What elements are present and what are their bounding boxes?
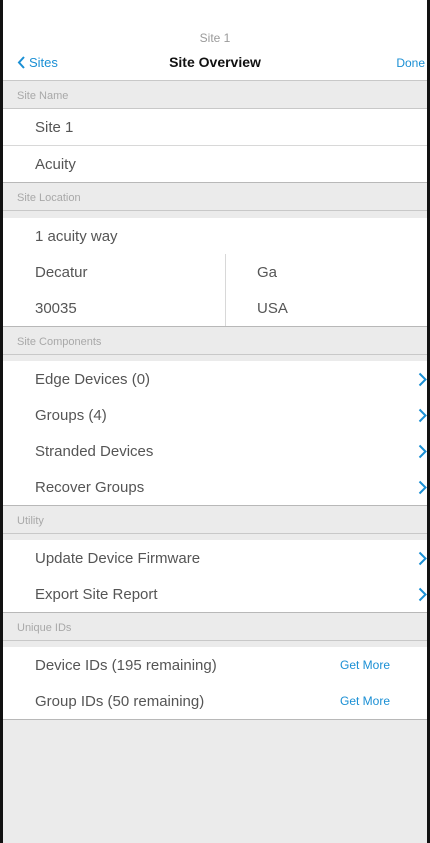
- section-header-label: Unique IDs: [17, 622, 72, 634]
- city-field[interactable]: Decatur: [35, 264, 88, 281]
- site-organization-field[interactable]: Acuity: [3, 146, 427, 183]
- list-item-recover-groups[interactable]: Recover Groups: [3, 469, 427, 506]
- list-item-label: Export Site Report: [35, 586, 158, 603]
- list-item-update-firmware[interactable]: Update Device Firmware: [3, 540, 427, 577]
- section-header-site-components: Site Components: [3, 327, 427, 355]
- section-header-site-location: Site Location: [3, 183, 427, 211]
- device-ids-row: Device IDs (195 remaining) Get More: [3, 647, 427, 684]
- chevron-right-icon: [418, 551, 427, 566]
- column-divider: [225, 254, 226, 290]
- zip-country-row: 30035 USA: [3, 290, 427, 327]
- state-field[interactable]: Ga: [257, 264, 277, 281]
- city-state-row: Decatur Ga: [3, 254, 427, 291]
- list-item-label: Recover Groups: [35, 479, 145, 496]
- list-item-groups[interactable]: Groups (4): [3, 397, 427, 434]
- country-field[interactable]: USA: [257, 300, 288, 317]
- zip-field[interactable]: 30035: [35, 300, 77, 317]
- site-name-field[interactable]: Site 1: [3, 109, 427, 146]
- section-header-label: Site Name: [17, 90, 69, 102]
- section-header-unique-ids: Unique IDs: [3, 613, 427, 641]
- column-divider: [225, 290, 226, 326]
- group-ids-label: Group IDs (50 remaining): [35, 693, 205, 710]
- list-item-export-report[interactable]: Export Site Report: [3, 576, 427, 613]
- chevron-right-icon: [418, 587, 427, 602]
- page-title: Site Overview: [169, 54, 261, 70]
- chevron-right-icon: [418, 408, 427, 423]
- get-more-device-ids-button[interactable]: Get More: [340, 658, 390, 672]
- chevron-right-icon: [418, 480, 427, 495]
- section-header-label: Utility: [17, 515, 44, 527]
- list-item-label: Update Device Firmware: [35, 550, 201, 567]
- list-item-edge-devices[interactable]: Edge Devices (0): [3, 361, 427, 398]
- section-header-label: Site Components: [17, 336, 102, 348]
- section-header-site-name: Site Name: [3, 81, 427, 109]
- nav-header: Site 1 Sites Site Overview Done: [3, 0, 427, 81]
- street-value: 1 acuity way: [35, 228, 118, 245]
- group-ids-row: Group IDs (50 remaining) Get More: [3, 683, 427, 720]
- list-item-stranded-devices[interactable]: Stranded Devices: [3, 433, 427, 470]
- device-ids-label: Device IDs (195 remaining): [35, 657, 217, 674]
- street-field[interactable]: 1 acuity way: [3, 218, 427, 255]
- list-item-label: Groups (4): [35, 407, 107, 424]
- get-more-group-ids-button[interactable]: Get More: [340, 694, 390, 708]
- site-subtitle: Site 1: [199, 31, 231, 45]
- site-name-value: Site 1: [35, 119, 74, 136]
- site-organization-value: Acuity: [35, 156, 76, 173]
- chevron-right-icon: [418, 444, 427, 459]
- done-button[interactable]: Done: [396, 56, 425, 70]
- section-header-utility: Utility: [3, 506, 427, 534]
- section-header-label: Site Location: [17, 192, 81, 204]
- list-item-label: Stranded Devices: [35, 443, 154, 460]
- list-item-label: Edge Devices (0): [35, 371, 151, 388]
- chevron-right-icon: [418, 372, 427, 387]
